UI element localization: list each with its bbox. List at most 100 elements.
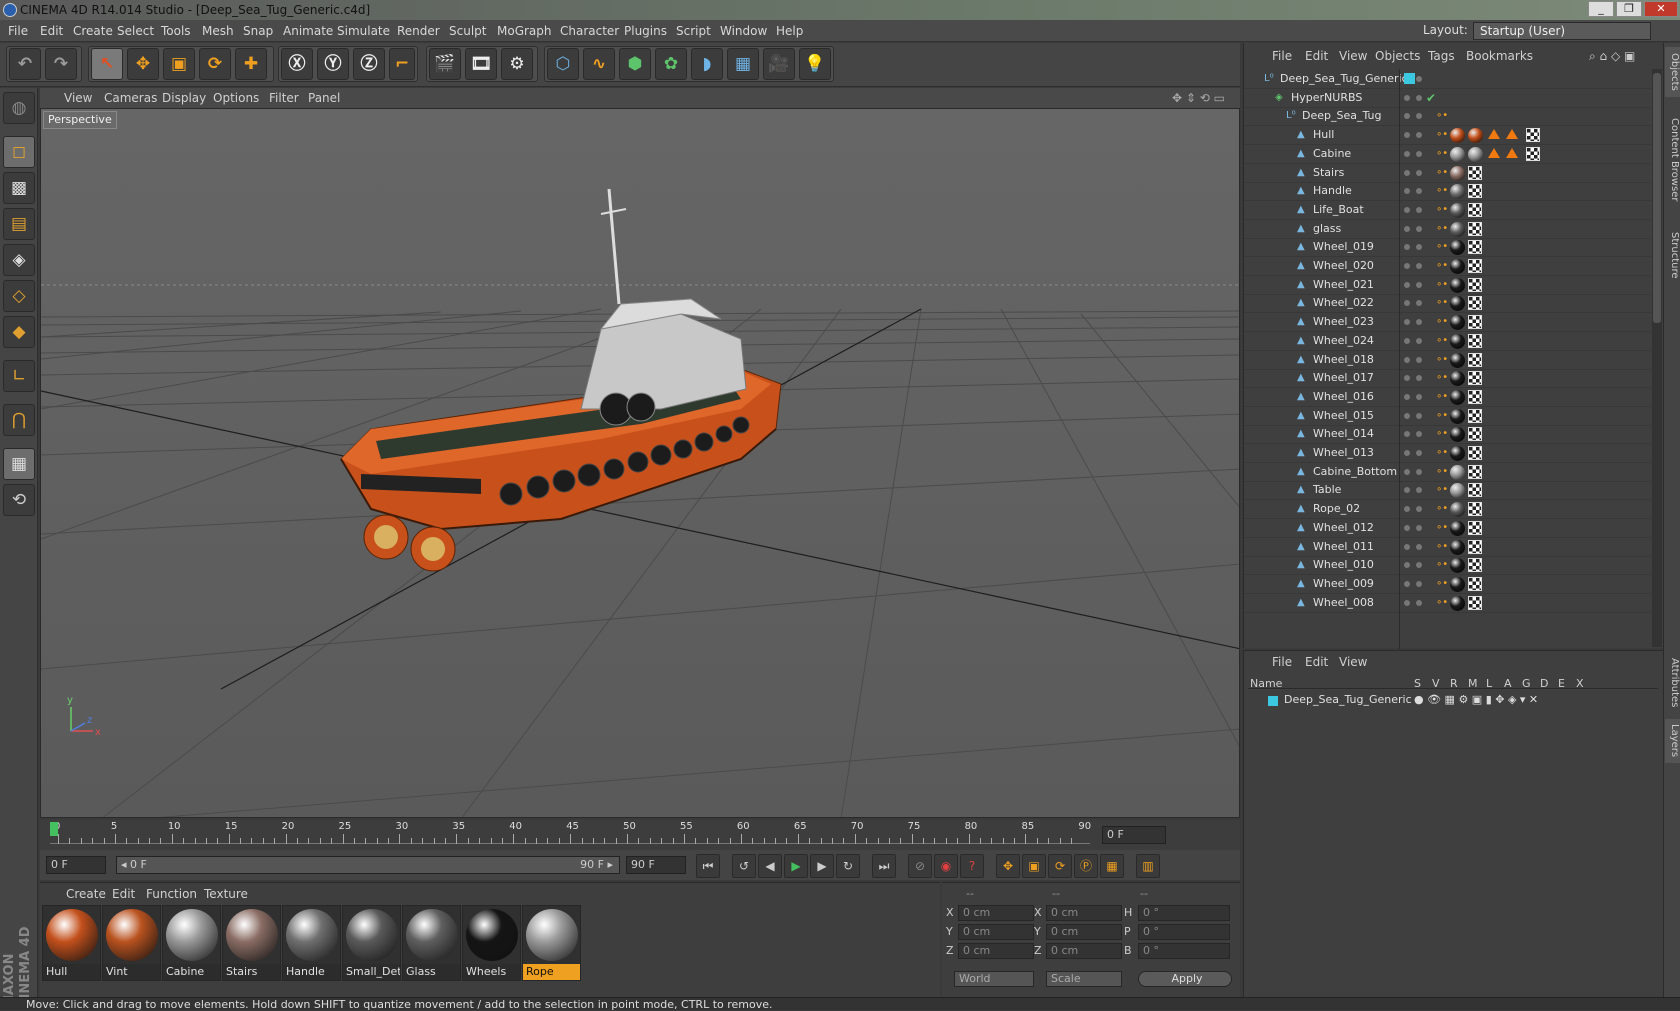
editor-visibility-dot[interactable] — [1404, 150, 1410, 157]
texture-tag-icon[interactable] — [1468, 446, 1482, 460]
material-tag-icon[interactable] — [1450, 539, 1465, 555]
texture-tag-icon[interactable] — [1468, 371, 1482, 386]
phong-tag-icon[interactable]: ∘• — [1436, 275, 1448, 295]
coord-value-field[interactable]: 0 cm — [958, 924, 1034, 940]
scene-floor-icon[interactable]: ▦ — [727, 48, 759, 80]
objects-menu-bookmarks[interactable]: Bookmarks — [1466, 47, 1533, 65]
render-visibility-dot[interactable] — [1416, 244, 1422, 251]
frame-range-slider[interactable]: ◂ 0 F 90 F ▸ — [116, 856, 620, 874]
object-row[interactable]: ▲ glass ∘• — [1244, 219, 1651, 239]
phong-tag-icon[interactable]: ∘• — [1436, 293, 1448, 313]
texture-tag-icon[interactable] — [1468, 352, 1482, 367]
y-axis-lock-icon[interactable]: Ⓨ — [317, 48, 349, 80]
editor-visibility-dot[interactable] — [1404, 206, 1410, 213]
timeline-ruler[interactable]: 051015202530354045505560657075808590 0 F — [40, 820, 1240, 850]
render-visibility-dot[interactable] — [1416, 169, 1422, 176]
render-visibility-dot[interactable] — [1416, 281, 1422, 288]
object-row[interactable]: ▲ Wheel_016 ∘• — [1244, 387, 1651, 407]
render-visibility-dot[interactable] — [1416, 412, 1422, 419]
redo-icon[interactable]: ↷ — [45, 48, 77, 80]
phong-tag-icon[interactable]: ∘• — [1436, 181, 1448, 201]
editor-visibility-dot[interactable] — [1404, 412, 1410, 419]
render-visibility-dot[interactable] — [1416, 356, 1422, 363]
material-swatch[interactable]: Cabine — [162, 905, 221, 981]
render-visibility-dot[interactable] — [1416, 94, 1422, 101]
phong-tag-icon[interactable]: ∘• — [1436, 200, 1448, 220]
z-axis-lock-icon[interactable]: Ⓩ — [353, 48, 385, 80]
layer-toggle-icons[interactable]: ● 👁 ▦ ⚙ ▣ ▮ ✥ ◈ ▾ ✕ — [1414, 693, 1538, 706]
object-row[interactable]: ▲ Handle ∘• — [1244, 181, 1651, 202]
render-visibility-dot[interactable] — [1416, 113, 1422, 120]
object-row[interactable]: ▲ Wheel_011 ∘• — [1244, 537, 1651, 557]
menu-window[interactable]: Window — [720, 20, 767, 42]
rotate-tool-icon[interactable]: ⟳ — [199, 48, 231, 80]
material-tag-icon[interactable] — [1450, 221, 1465, 237]
menu-snap[interactable]: Snap — [243, 20, 273, 42]
material-tag-icon[interactable] — [1450, 296, 1465, 312]
editor-visibility-dot[interactable] — [1404, 580, 1410, 587]
render-visibility-dot[interactable] — [1416, 450, 1422, 456]
editor-visibility-dot[interactable] — [1404, 281, 1410, 288]
render-visibility-dot[interactable] — [1416, 599, 1422, 606]
prev-key-icon[interactable]: ↺ — [732, 854, 756, 878]
phong-tag-icon[interactable]: ∘• — [1436, 424, 1448, 444]
texture-tag-icon[interactable] — [1468, 221, 1482, 236]
coord-value-field[interactable]: 0 cm — [958, 943, 1034, 959]
layers-menu-file[interactable]: File — [1272, 655, 1292, 669]
render-visibility-dot[interactable] — [1416, 431, 1422, 438]
material-tag-icon[interactable] — [1468, 146, 1483, 162]
phong-warning-icon[interactable] — [1488, 129, 1500, 140]
texture-tag-icon[interactable] — [1526, 146, 1540, 161]
apply-button[interactable]: Apply — [1138, 971, 1232, 987]
render-visibility-dot[interactable] — [1416, 506, 1422, 513]
light-icon[interactable]: 💡 — [799, 48, 831, 80]
texture-tag-icon[interactable] — [1468, 520, 1482, 535]
render-visibility-dot[interactable] — [1416, 76, 1422, 82]
phong-tag-icon[interactable]: ∘• — [1436, 387, 1448, 407]
texture-tag-icon[interactable] — [1468, 315, 1482, 330]
render-visibility-dot[interactable] — [1416, 132, 1422, 139]
editor-visibility-dot[interactable] — [1404, 169, 1410, 176]
material-tag-icon[interactable] — [1450, 389, 1465, 405]
objects-menu-tags[interactable]: Tags — [1428, 47, 1455, 65]
viewport-menu-view[interactable]: View — [64, 88, 92, 108]
material-swatch[interactable]: Glass — [402, 905, 461, 981]
menu-simulate[interactable]: Simulate — [337, 20, 390, 42]
object-row[interactable]: ▲ Cabine ∘• — [1244, 144, 1651, 164]
key-pla-icon[interactable]: ▦ — [1100, 854, 1124, 878]
edges-mode-icon[interactable]: ◇ — [3, 280, 35, 312]
editor-visibility-dot[interactable] — [1404, 94, 1410, 101]
tab-objects[interactable]: Objects — [1665, 47, 1680, 97]
key-parameter-icon[interactable]: Ⓟ — [1074, 854, 1098, 878]
objects-search-icon[interactable]: ⌕ ⌂ ◇ ▣ — [1589, 47, 1635, 65]
texture-tag-icon[interactable] — [1526, 128, 1540, 143]
add-tool-icon[interactable]: ✚ — [235, 48, 267, 80]
render-visibility-dot[interactable] — [1416, 188, 1422, 195]
move-tool-icon[interactable]: ✥ — [127, 48, 159, 80]
phong-tag-icon[interactable]: ∘• — [1436, 312, 1448, 332]
texture-tag-icon[interactable] — [1468, 502, 1482, 517]
render-settings-icon[interactable]: ⚙ — [501, 48, 533, 80]
viewport-menu-options[interactable]: Options — [213, 88, 259, 108]
object-row[interactable]: ▲ Wheel_022 ∘• — [1244, 293, 1651, 314]
texture-tag-icon[interactable] — [1468, 595, 1482, 610]
render-visibility-dot[interactable] — [1416, 375, 1422, 382]
texture-mode-icon[interactable]: ▩ — [3, 172, 35, 204]
coord-mode-dropdown[interactable]: World — [954, 971, 1034, 987]
prev-frame-icon[interactable]: ◀ — [758, 854, 782, 878]
coord-value-field[interactable]: 0 ° — [1138, 943, 1230, 959]
texture-tag-icon[interactable] — [1468, 427, 1482, 442]
object-row[interactable]: ▲ Rope_02 ∘• — [1244, 499, 1651, 520]
material-menu-edit[interactable]: Edit — [112, 885, 135, 903]
phong-tag-icon[interactable]: ∘• — [1436, 350, 1448, 370]
next-key-icon[interactable]: ↻ — [836, 854, 860, 878]
planar-workplane-icon[interactable]: ⟲ — [3, 484, 35, 516]
editor-visibility-dot[interactable] — [1404, 300, 1410, 307]
object-row[interactable]: ▲ Wheel_019 ∘• — [1244, 237, 1651, 258]
texture-tag-icon[interactable] — [1468, 277, 1482, 292]
key-rotation-icon[interactable]: ⟳ — [1048, 854, 1072, 878]
objects-menu-file[interactable]: File — [1272, 47, 1292, 65]
layer-row[interactable]: Deep_Sea_Tug_Generic ● 👁 ▦ ⚙ ▣ ▮ ✥ ◈ ▾ ✕ — [1248, 693, 1658, 709]
object-row[interactable]: ▲ Wheel_024 ∘• — [1244, 331, 1651, 351]
layers-menu-view[interactable]: View — [1339, 655, 1367, 669]
